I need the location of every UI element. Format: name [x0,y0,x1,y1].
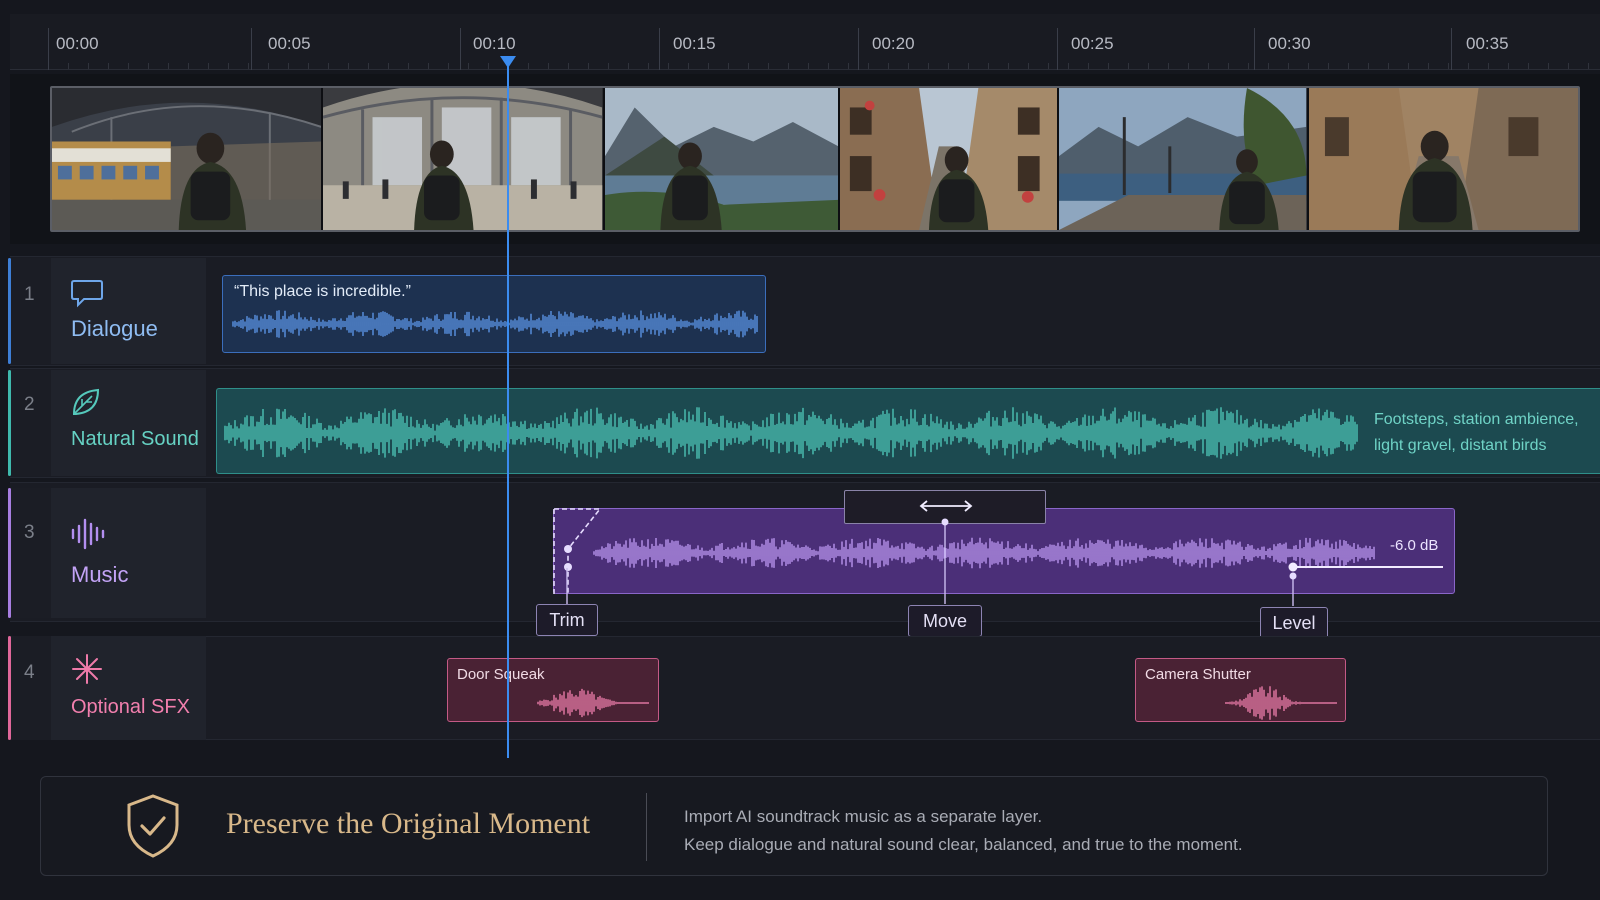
sparkle-icon [72,654,102,689]
track-header-optional-sfx[interactable]: 4 Optional SFX [8,636,206,740]
card-description: Import AI soundtrack music as a separate… [684,803,1243,859]
card-description-line: Import AI soundtrack music as a separate… [684,807,1043,826]
sfx-clip-door-squeak[interactable]: Door Squeak [447,658,659,722]
callout-connectors [566,518,1297,606]
sfx-waveform [1225,686,1337,720]
sfx-waveform [537,688,649,718]
waveform-path [1225,686,1337,720]
move-handle-label[interactable]: Move [908,605,982,637]
track-number-column [11,636,51,740]
playhead-marker[interactable] [500,56,516,70]
trim-handle-label[interactable]: Trim [536,604,598,636]
level-handle-label[interactable]: Level [1260,607,1328,639]
waveform-path [537,688,649,718]
card-title: Preserve the Original Moment [226,807,591,840]
sfx-clip-camera-shutter[interactable]: Camera Shutter [1135,658,1346,722]
shield-check-icon [127,794,179,858]
card-description-line: Keep dialogue and natural sound clear, b… [684,835,1243,854]
track-optional-sfx [10,636,1600,740]
card-divider [646,793,647,861]
track-number: 4 [24,662,35,683]
track-title: Optional SFX [71,696,190,718]
info-card: Preserve the Original Moment Import AI s… [40,776,1548,876]
playhead-line[interactable] [507,62,509,758]
